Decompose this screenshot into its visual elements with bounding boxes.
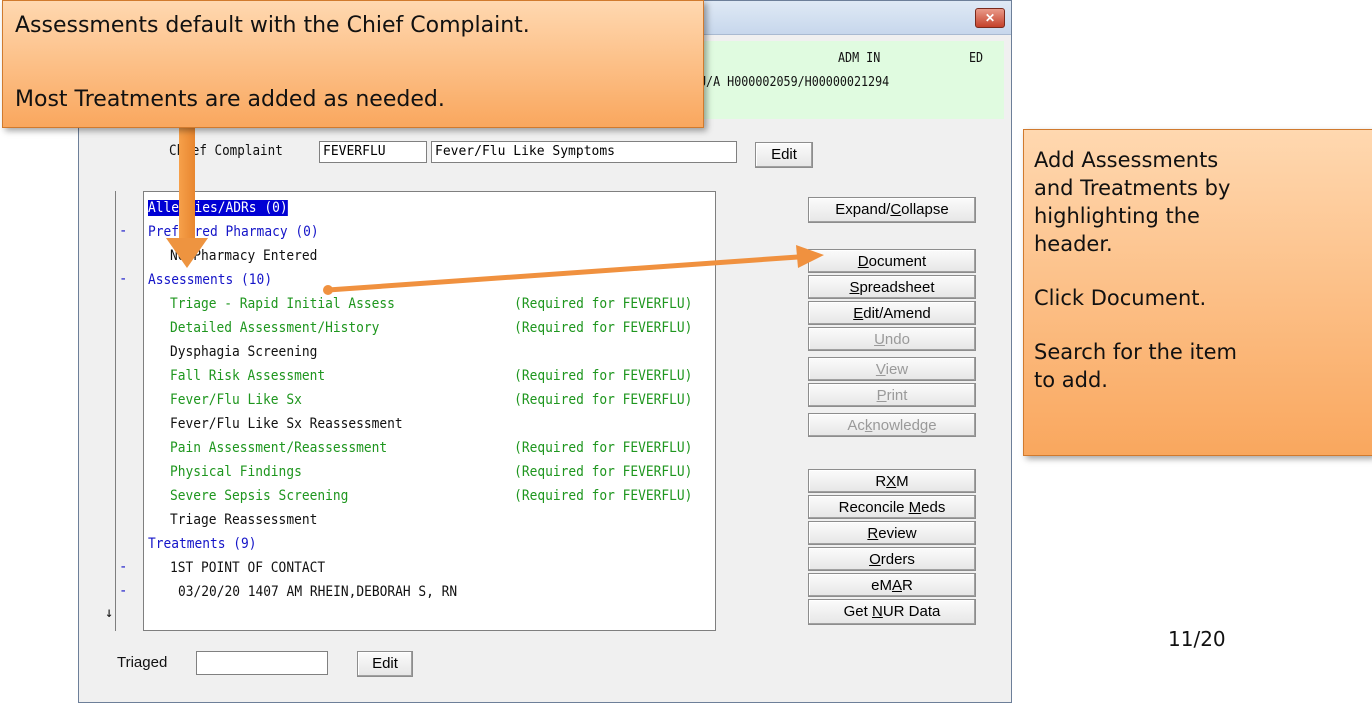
- callout-assessments-default: Assessments default with the Chief Compl…: [2, 0, 704, 128]
- callout-right-line: highlighting the: [1034, 204, 1200, 228]
- callout-left-line2: Most Treatments are added as needed.: [15, 87, 445, 112]
- callout-right-line: Click Document.: [1034, 286, 1207, 310]
- callout-right-line: header.: [1034, 232, 1113, 256]
- callout-right-line: to add.: [1034, 368, 1108, 392]
- callout-right-line: Search for the item: [1034, 340, 1237, 364]
- callout-right-line: Add Assessments: [1034, 148, 1219, 172]
- callout-left-line1: Assessments default with the Chief Compl…: [15, 13, 530, 38]
- page-number: 11/20: [1168, 627, 1226, 651]
- callout-add-assessments: Add Assessments and Treatments by highli…: [1023, 129, 1372, 456]
- callout-right-line: and Treatments by: [1034, 176, 1231, 200]
- right-arrow-shape: [323, 245, 824, 295]
- down-arrow-shape: [166, 126, 208, 268]
